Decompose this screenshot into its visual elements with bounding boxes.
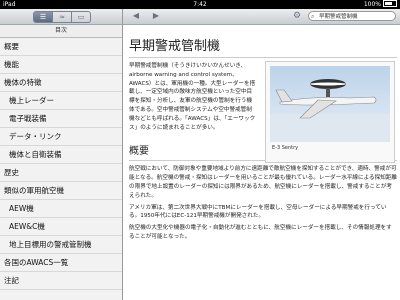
toc-item[interactable]: 機体と自衛装備 bbox=[0, 146, 122, 164]
back-arrow-icon[interactable]: ◀ bbox=[131, 11, 141, 21]
toc-item[interactable]: 注記 bbox=[0, 272, 122, 290]
toc-item[interactable]: 機上レーダー bbox=[0, 92, 122, 110]
toc-item[interactable]: AEW機 bbox=[0, 200, 122, 218]
forward-arrow-icon[interactable]: ▶ bbox=[151, 11, 161, 21]
radar-dome-stripe bbox=[310, 82, 346, 86]
section-paragraph: アメリカ軍は、第二次世界大戦中にTBMにレーダーを搭載し、空母レーダーによる早期… bbox=[129, 204, 387, 220]
toc-title: 目次 bbox=[0, 25, 122, 38]
search-input[interactable]: ⌕ 早期警戒管制機 bbox=[308, 11, 396, 21]
toc-item[interactable]: 電子戦装備 bbox=[0, 110, 122, 128]
article-content: 早期警戒管制機 早期警戒管制機（そうきけいかいかんせいき、airborne wa… bbox=[129, 27, 397, 245]
view-segmented-control: ☰ ≈ ▭ bbox=[33, 11, 91, 23]
aircraft-image bbox=[270, 66, 390, 142]
toc-item[interactable]: データ・リンク bbox=[0, 128, 122, 146]
section-paragraph: 航空機の大型化や機器の電子化・自動化が進むとともに、航空機にレーダーを搭載し、そ… bbox=[129, 225, 392, 240]
search-icon: ⌕ bbox=[311, 13, 315, 20]
section-paragraph: 航空戦において、防御対象や重要地域より前方に遠距離で敵航空機を探知することができ… bbox=[129, 166, 397, 199]
cloud-layer bbox=[270, 114, 390, 142]
toc-item[interactable]: 機体の特徴 bbox=[0, 74, 122, 92]
status-bar: iPad 7:42 100% bbox=[0, 0, 400, 9]
figure-caption: E-3 Sentry bbox=[272, 145, 299, 151]
toc-sidebar: ☰ ≈ ▭ 目次 概要 機能 機体の特徴 機上レーダー 電子戦装備 データ・リンク 機体と自… bbox=[0, 9, 123, 300]
bookmark-view-icon[interactable]: ▭ bbox=[72, 12, 90, 22]
toc-item[interactable]: 機能 bbox=[0, 56, 122, 74]
search-value: 早期警戒管制機 bbox=[319, 14, 358, 20]
history-view-icon[interactable]: ≈ bbox=[53, 12, 71, 22]
toc-item[interactable]: AEW&C機 bbox=[0, 218, 122, 236]
toc-item[interactable]: 歴史 bbox=[0, 164, 122, 182]
toc-list: 概要 機能 機体の特徴 機上レーダー 電子戦装備 データ・リンク 機体と自衛装備 歴史 類似の軍… bbox=[0, 38, 122, 290]
radar-strut bbox=[326, 88, 330, 97]
battery-status: 100% bbox=[364, 0, 397, 9]
list-view-icon[interactable]: ☰ bbox=[34, 12, 52, 22]
article-toolbar: ◀ ▶ ⚙ ⌕ 早期警戒管制機 bbox=[123, 9, 400, 25]
toc-item[interactable]: 概要 bbox=[0, 38, 122, 56]
battery-icon bbox=[383, 0, 397, 7]
article-figure[interactable]: E-3 Sentry bbox=[265, 61, 395, 163]
toc-item[interactable]: 各国のAWACS一覧 bbox=[0, 254, 122, 272]
sidebar-toolbar: ☰ ≈ ▭ bbox=[0, 9, 122, 25]
article-intro: 早期警戒管制機（そうきけいかいかんせいき、airborne warning an… bbox=[129, 63, 256, 131]
gear-icon[interactable]: ⚙ bbox=[292, 11, 302, 21]
toc-item[interactable]: 類似の軍用航空機 bbox=[0, 182, 122, 200]
tail-fin bbox=[275, 89, 293, 103]
aircraft-illustration bbox=[270, 79, 390, 142]
clock: 7:42 bbox=[193, 1, 207, 8]
battery-percent: 100% bbox=[363, 1, 381, 8]
article-pane: ◀ ▶ ⚙ ⌕ 早期警戒管制機 早期警戒管制機 早期警戒管制機（そうきけいかいか… bbox=[123, 9, 400, 300]
toc-item[interactable]: 地上目標用の警戒管制機 bbox=[0, 236, 122, 254]
article-title: 早期警戒管制機 bbox=[129, 35, 397, 58]
